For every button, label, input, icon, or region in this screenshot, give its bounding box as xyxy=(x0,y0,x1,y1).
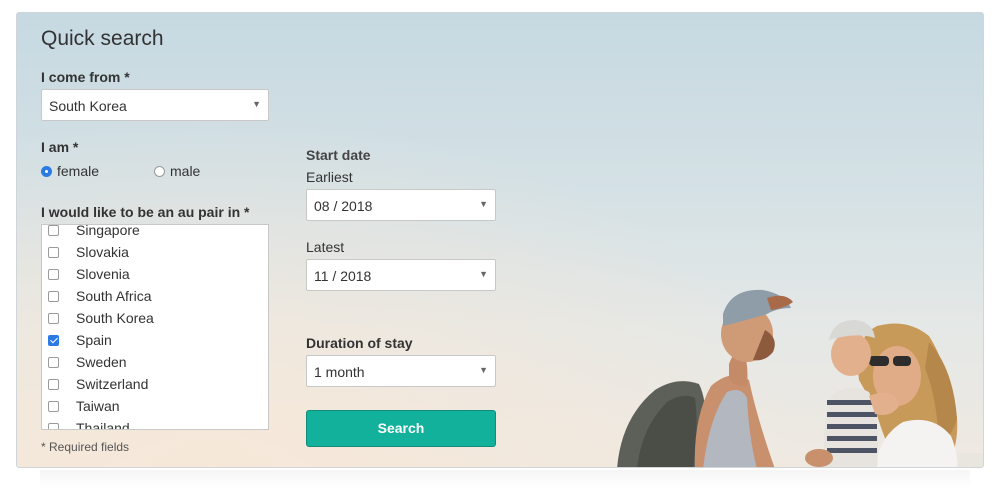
radio-female[interactable]: female xyxy=(41,163,99,179)
list-item[interactable]: Singapore xyxy=(42,224,268,241)
quick-search-panel: Quick search I come from * South Korea ▼… xyxy=(16,12,984,468)
latest-label: Latest xyxy=(306,239,345,255)
duration-value: 1 month xyxy=(314,364,365,380)
radio-male-label: male xyxy=(170,163,201,179)
earliest-label: Earliest xyxy=(306,169,353,185)
list-item[interactable]: South Korea xyxy=(42,307,268,329)
radio-male[interactable]: male xyxy=(154,163,200,179)
countries-label: I would like to be an au pair in * xyxy=(41,204,250,220)
required-note: * Required fields xyxy=(41,440,130,454)
family-photo xyxy=(617,289,983,467)
latest-value: 11 / 2018 xyxy=(314,268,372,284)
checkbox[interactable] xyxy=(48,246,59,258)
list-item-label: Slovakia xyxy=(76,244,129,260)
search-button[interactable]: Search xyxy=(306,410,496,447)
come-from-label: I come from * xyxy=(41,69,130,85)
list-item-label: South Korea xyxy=(76,310,154,326)
duration-label: Duration of stay xyxy=(306,335,413,351)
list-item[interactable]: Taiwan xyxy=(42,395,268,417)
gender-label: I am * xyxy=(41,139,79,155)
list-item[interactable]: Switzerland xyxy=(42,373,268,395)
checkbox[interactable] xyxy=(48,356,59,368)
checkbox[interactable] xyxy=(48,290,59,302)
radio-female-label: female xyxy=(57,163,100,179)
checkbox-checked[interactable] xyxy=(48,334,59,346)
checkbox[interactable] xyxy=(48,268,59,280)
radio-male-dot[interactable] xyxy=(154,165,165,177)
checkbox[interactable] xyxy=(48,225,59,236)
caret-down-icon: ▼ xyxy=(479,199,488,209)
list-item[interactable]: Slovenia xyxy=(42,263,268,285)
checkbox[interactable] xyxy=(48,422,59,429)
list-item[interactable]: Thailand xyxy=(42,417,268,430)
caret-down-icon: ▼ xyxy=(479,365,488,375)
country-list[interactable]: Singapore Slovakia Slovenia South Africa… xyxy=(41,224,269,430)
duration-select[interactable]: 1 month ▼ xyxy=(306,355,496,387)
earliest-select[interactable]: 08 / 2018 ▼ xyxy=(306,189,496,221)
list-item-label: Slovenia xyxy=(76,266,130,282)
list-item-label: Taiwan xyxy=(76,398,120,414)
page-title: Quick search xyxy=(41,27,164,50)
checkbox[interactable] xyxy=(48,312,59,324)
come-from-select[interactable]: South Korea ▼ xyxy=(41,89,269,121)
earliest-value: 08 / 2018 xyxy=(314,198,373,214)
panel-shadow xyxy=(40,470,970,488)
list-item[interactable]: Sweden xyxy=(42,351,268,373)
radio-female-dot[interactable] xyxy=(41,165,52,177)
list-item-label: Spain xyxy=(76,332,112,348)
latest-select[interactable]: 11 / 2018 ▼ xyxy=(306,259,496,291)
caret-down-icon: ▼ xyxy=(479,269,488,279)
come-from-value: South Korea xyxy=(49,98,127,114)
checkbox[interactable] xyxy=(48,378,59,390)
start-date-label: Start date xyxy=(306,147,371,163)
list-item[interactable]: Spain xyxy=(42,329,268,351)
list-item-label: Singapore xyxy=(76,224,140,238)
caret-down-icon: ▼ xyxy=(252,99,261,109)
list-item-label: Thailand xyxy=(76,420,130,430)
checkbox[interactable] xyxy=(48,400,59,412)
list-item[interactable]: Slovakia xyxy=(42,241,268,263)
list-item-label: South Africa xyxy=(76,288,152,304)
list-item-label: Switzerland xyxy=(76,376,149,392)
list-item[interactable]: South Africa xyxy=(42,285,268,307)
list-item-label: Sweden xyxy=(76,354,127,370)
